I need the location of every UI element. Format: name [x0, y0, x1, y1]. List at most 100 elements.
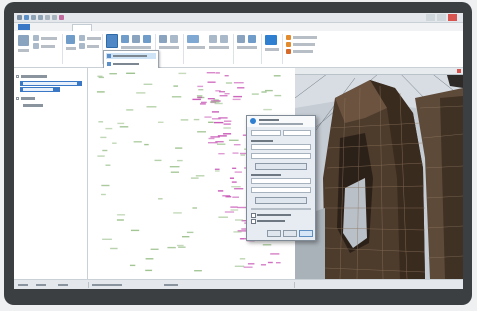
ribbon-tab[interactable]: [150, 24, 168, 30]
point-label-mark: [223, 123, 231, 125]
point-label-mark: [217, 135, 227, 137]
dialog-header: [247, 116, 315, 127]
ribbon-tab[interactable]: [34, 24, 48, 30]
quick-access-icon[interactable]: [52, 15, 57, 20]
quick-access-icon[interactable]: [45, 15, 50, 20]
ribbon-button-icon[interactable]: [286, 42, 291, 47]
ribbon-tab[interactable]: [52, 24, 68, 30]
point-label-mark: [182, 236, 190, 238]
ribbon-button-icon[interactable]: [132, 35, 140, 43]
dialog-input[interactable]: [283, 130, 311, 136]
ribbon-button-icon[interactable]: [143, 35, 151, 43]
tree-item[interactable]: [16, 74, 84, 79]
ribbon-button-icon[interactable]: [121, 35, 129, 43]
point-label-mark: [208, 137, 215, 140]
point-label-mark: [234, 171, 242, 173]
point-label-mark: [223, 127, 231, 129]
dropdown-item[interactable]: [106, 61, 156, 67]
close-button[interactable]: [448, 14, 457, 21]
ribbon-button-icon[interactable]: [18, 35, 29, 46]
point-label-mark: [218, 153, 225, 155]
dialog-text-line: [257, 220, 285, 222]
ribbon-button-icon[interactable]: [79, 43, 85, 49]
tree-item[interactable]: [20, 103, 82, 108]
application-window: [14, 13, 463, 289]
close-icon[interactable]: [457, 69, 461, 73]
ribbon-button-icon[interactable]: [33, 43, 39, 49]
point-label-mark: [261, 91, 267, 93]
point-label-mark: [229, 177, 234, 179]
view-header: [295, 68, 463, 75]
ribbon-button-icon[interactable]: [286, 49, 291, 54]
save-icon[interactable]: [24, 15, 29, 20]
dialog-input[interactable]: [251, 153, 311, 159]
expand-icon[interactable]: [16, 97, 19, 100]
point-label-mark: [224, 120, 232, 122]
ribbon-button-icon[interactable]: [248, 35, 256, 43]
ribbon-button-icon[interactable]: [220, 35, 228, 43]
ribbon-button-icon[interactable]: [237, 35, 245, 43]
ribbon-button-icon[interactable]: [187, 35, 199, 43]
ribbon-button-icon[interactable]: [209, 35, 217, 43]
ribbon-button-icon[interactable]: [286, 35, 291, 40]
tree-item-selected[interactable]: [20, 87, 60, 92]
point-label-mark: [217, 143, 226, 145]
undo-icon[interactable]: [31, 15, 36, 20]
ok-button[interactable]: [299, 230, 313, 237]
point-label-mark: [173, 85, 178, 87]
dialog-text-line: [257, 214, 291, 216]
ribbon-button-label: [41, 37, 57, 40]
point-label-mark: [207, 81, 216, 83]
tree-item[interactable]: [16, 96, 84, 101]
ribbon-button-icon[interactable]: [33, 35, 39, 41]
point-label-mark: [136, 92, 146, 94]
dropdown-item[interactable]: [106, 53, 156, 59]
ribbon-button-icon[interactable]: [66, 35, 75, 44]
3d-view[interactable]: [295, 68, 463, 279]
cancel-button[interactable]: [283, 230, 297, 237]
ribbon-tab[interactable]: [190, 24, 206, 30]
dialog-button[interactable]: [255, 163, 307, 170]
ribbon-button-icon[interactable]: [159, 35, 167, 43]
help-button[interactable]: [267, 230, 281, 237]
expand-icon[interactable]: [16, 75, 19, 78]
point-label-mark: [231, 186, 241, 188]
dialog-input[interactable]: [251, 178, 311, 184]
app-icon: [17, 15, 22, 20]
dialog-input[interactable]: [251, 144, 311, 150]
ribbon-tab-active[interactable]: [72, 24, 92, 31]
dialog-button[interactable]: [255, 197, 307, 204]
ribbon-button-icon[interactable]: [265, 35, 277, 45]
point-label-mark: [206, 72, 215, 74]
dialog-input[interactable]: [251, 130, 281, 136]
ribbon-button-icon[interactable]: [79, 35, 85, 41]
point-label-mark: [234, 188, 244, 190]
tree-item-selected[interactable]: [20, 81, 82, 86]
ribbon-tab[interactable]: [132, 24, 146, 30]
quick-access-icon[interactable]: [59, 15, 64, 20]
minimize-button[interactable]: [426, 14, 435, 21]
ribbon-tab[interactable]: [172, 24, 186, 30]
point-label-mark: [98, 121, 104, 123]
point-label-mark: [274, 94, 282, 97]
maximize-button[interactable]: [437, 14, 446, 21]
ribbon-tab[interactable]: [94, 24, 108, 30]
dialog-checkbox[interactable]: [251, 219, 256, 224]
tab-file[interactable]: [18, 24, 30, 30]
point-label-mark: [232, 167, 237, 169]
ribbon: [14, 31, 463, 68]
point-label-mark: [232, 98, 241, 101]
point-label-mark: [97, 155, 105, 157]
point-label-mark: [192, 98, 201, 101]
dialog-input[interactable]: [251, 187, 311, 193]
point-label-mark: [211, 111, 219, 113]
point-label-mark: [237, 206, 247, 209]
ribbon-tab[interactable]: [112, 24, 128, 30]
point-label-mark: [96, 91, 105, 93]
dialog-checkbox[interactable]: [251, 213, 256, 218]
ribbon-button-selected[interactable]: [106, 34, 118, 48]
ribbon-button-icon[interactable]: [170, 35, 178, 43]
redo-icon[interactable]: [38, 15, 43, 20]
ribbon-button-label: [187, 46, 205, 49]
point-label-mark: [201, 101, 207, 104]
